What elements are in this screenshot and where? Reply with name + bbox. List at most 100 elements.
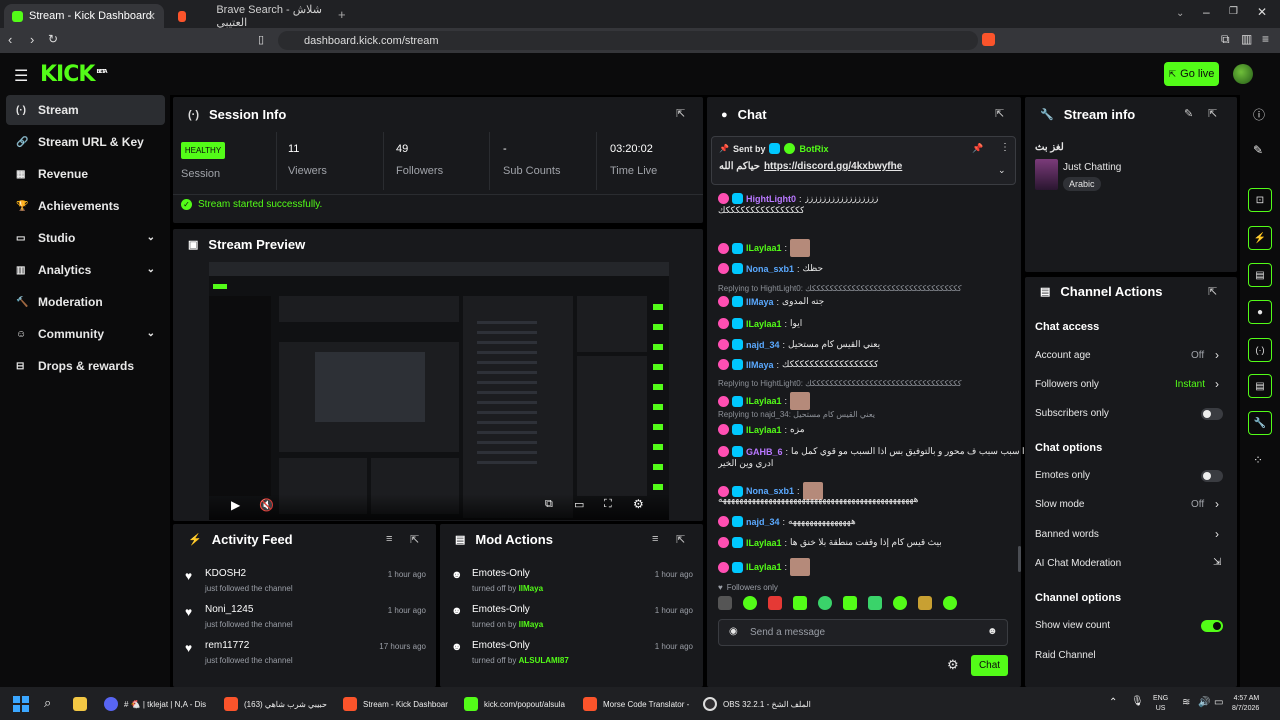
chat-message[interactable]: najd_34: هههههههههههههههه (718, 516, 856, 527)
tab-close-icon[interactable]: ✕ (147, 10, 156, 23)
forward-icon[interactable]: › (30, 32, 34, 47)
emoji-icon[interactable]: ◉ (729, 626, 738, 637)
mod-user[interactable]: llMaya (519, 620, 543, 629)
chat-username[interactable]: lLaylaa1 (746, 396, 782, 406)
chevron-down-icon[interactable]: ⌄ (147, 232, 155, 243)
sidebar-item-drops-rewards[interactable]: ⊟ Drops & rewards (6, 351, 165, 381)
chat-username[interactable]: llMaya (746, 360, 774, 370)
list-item[interactable]: ♥ KDOSH2 just followed the channel 1 hou… (173, 566, 436, 602)
chat-settings-icon[interactable]: ⚙ (947, 657, 959, 673)
play-icon[interactable]: ▶ (231, 498, 240, 512)
chevron-down-icon[interactable]: ⌄ (998, 165, 1006, 176)
list-item[interactable]: ♥ Noni_1245 just followed the channel 1 … (173, 602, 436, 638)
edit-icon[interactable]: ✎ (1184, 107, 1193, 120)
hamburger-menu-icon[interactable]: ☰ (14, 66, 28, 86)
chat-username[interactable]: llMaya (746, 297, 774, 307)
stream-preview-video[interactable]: ▶ 🔇 ⧉ ▭ ⛶ ⚙ (209, 262, 669, 520)
chat-message[interactable]: llMaya: جته المدوى (718, 296, 824, 307)
kick-logo[interactable]: KICK BETA (40, 62, 108, 87)
emote[interactable] (893, 596, 907, 610)
stream-tag[interactable]: Arabic (1063, 177, 1101, 191)
followers-only-label[interactable]: Followers only (1035, 379, 1099, 390)
chat-reply-context[interactable]: Replying to najd_34: يعني القيس كام مستح… (718, 410, 875, 419)
rail-widget-button[interactable]: ▤ (1248, 374, 1272, 398)
file-explorer-icon[interactable] (73, 697, 87, 711)
chevron-down-icon[interactable]: ⌄ (147, 264, 155, 275)
back-icon[interactable]: ‹ (8, 32, 12, 47)
browser-menu-icon[interactable]: ≡ (1262, 32, 1269, 46)
language-indicator[interactable]: ENG US (1153, 694, 1168, 714)
sidebar-item-stream[interactable]: (·) Stream (6, 95, 165, 125)
rail-widget-button[interactable]: ⚡ (1248, 226, 1272, 250)
taskbar-app-brave[interactable]: Morse Code Translator - (583, 694, 689, 714)
popout-icon[interactable]: ⇱ (410, 533, 419, 546)
filter-icon[interactable]: ≡ (652, 533, 658, 545)
chat-message[interactable]: lLaylaa1: ايوا (718, 318, 802, 329)
taskbar-app-brave[interactable]: Stream - Kick Dashboar (343, 694, 448, 714)
popout-icon[interactable]: ⇱ (1208, 107, 1217, 120)
pinned-link[interactable]: https://discord.gg/4kxbwyfhe (764, 161, 902, 172)
chevron-right-icon[interactable]: › (1215, 348, 1219, 362)
chat-input[interactable]: ◉ Send a message ☻ (718, 619, 1008, 646)
chevron-right-icon[interactable]: › (1215, 527, 1219, 541)
rail-widget-button[interactable]: 🔧 (1248, 411, 1272, 435)
minimize-icon[interactable]: – (1203, 5, 1210, 19)
category-thumbnail[interactable] (1035, 159, 1058, 190)
sidebar-item-community[interactable]: ☺ Community ⌄ (6, 319, 165, 349)
chat-reply-context[interactable]: Replying to HightLight0: ككككككككككككككك… (718, 379, 962, 388)
info-icon[interactable]: ⓘ (1253, 106, 1265, 123)
account-age-label[interactable]: Account age (1035, 350, 1091, 361)
chat-message[interactable]: HightLight0: ززززززززززززززززز (718, 193, 878, 204)
external-link-icon[interactable]: ⇲ (1213, 557, 1221, 568)
go-live-button[interactable]: ⇱ Go live (1164, 62, 1219, 86)
chat-username[interactable]: Nona_sxb1 (746, 264, 794, 274)
banned-words-label[interactable]: Banned words (1035, 529, 1099, 540)
window-close-icon[interactable]: ✕ (1257, 5, 1267, 19)
chat-username[interactable]: najd_34 (746, 340, 780, 350)
subscribers-only-toggle[interactable] (1201, 408, 1223, 420)
tab-search-icon[interactable]: ⌄ (1176, 8, 1184, 19)
chat-scrollbar[interactable] (1018, 546, 1021, 572)
chat-message[interactable]: lLaylaa1: مزه (718, 424, 805, 435)
pinned-author[interactable]: BotRix (799, 144, 828, 154)
list-item[interactable]: ☻ Emotes-Only turned off by ALSULAMI87 1… (440, 638, 703, 674)
microphone-icon[interactable]: 🎙 (1131, 696, 1144, 707)
reload-icon[interactable]: ↻ (48, 32, 58, 46)
taskbar-app-obs[interactable]: OBS 32.2.1 - الملف الشخ (703, 694, 811, 714)
chat-message[interactable]: lLaylaa1: (718, 392, 811, 410)
filter-icon[interactable]: ≡ (386, 533, 392, 545)
chat-username[interactable]: najd_34 (746, 517, 780, 527)
theater-icon[interactable]: ▭ (574, 498, 584, 511)
chat-message[interactable]: lLaylaa1: بيث قيس كام إذا وقفت منطقة بلا … (718, 537, 942, 548)
unpin-icon[interactable]: 📌 (972, 143, 983, 154)
chat-message[interactable]: najd_34: يعني القيس كام مستحيل (718, 339, 880, 350)
browser-tab[interactable]: Brave Search - شلاش العتيبي (170, 4, 330, 29)
chevron-right-icon[interactable]: › (1215, 377, 1219, 391)
chevron-right-icon[interactable]: › (1215, 497, 1219, 511)
url-field[interactable]: dashboard.kick.com/stream (278, 31, 978, 50)
sidebar-toggle-icon[interactable]: ▥ (1241, 32, 1252, 46)
mod-user[interactable]: ALSULAMI87 (519, 656, 569, 665)
bookmark-icon[interactable]: ▯ (258, 33, 264, 46)
popout-icon[interactable]: ⇱ (995, 107, 1004, 120)
brave-shields-icon[interactable] (982, 33, 995, 46)
emote[interactable] (918, 596, 932, 610)
rail-widget-button[interactable]: (·) (1248, 338, 1272, 362)
avatar[interactable] (1233, 64, 1253, 84)
list-item[interactable]: ☻ Emotes-Only turned on by llMaya 1 hour… (440, 602, 703, 638)
settings-gear-icon[interactable]: ⚙ (633, 497, 644, 511)
taskbar-app-discord[interactable]: # 🐔 | tklejat | N,A - Dis (104, 694, 206, 714)
more-widgets-icon[interactable]: ⁘ (1253, 453, 1263, 467)
browser-tab-active[interactable]: Stream - Kick Dashboard ✕ (4, 4, 164, 28)
sidebar-item-analytics[interactable]: ▥ Analytics ⌄ (6, 255, 165, 285)
raid-channel-label[interactable]: Raid Channel (1035, 650, 1096, 661)
send-chat-button[interactable]: Chat (971, 655, 1008, 676)
emote[interactable] (943, 596, 957, 610)
chevron-down-icon[interactable]: ⌄ (147, 328, 155, 339)
tray-overflow-icon[interactable]: ⌃ (1109, 697, 1117, 708)
emote[interactable] (868, 596, 882, 610)
emote[interactable] (768, 596, 782, 610)
chat-message[interactable]: llMaya: ككككككككككككككككككك (718, 359, 878, 370)
emote[interactable] (718, 596, 732, 610)
taskbar-app-kick[interactable]: kick.com/popout/alsula (464, 694, 565, 714)
